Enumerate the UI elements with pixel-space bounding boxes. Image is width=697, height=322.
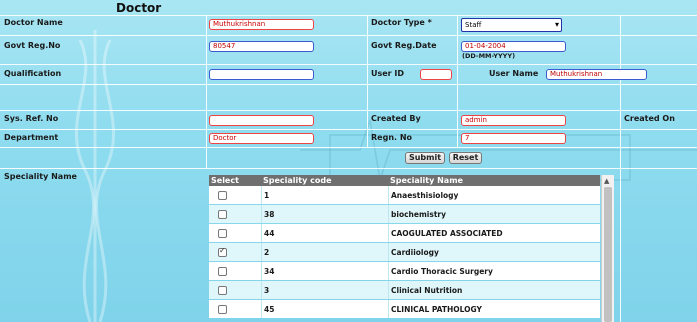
column-divider [620, 15, 621, 322]
column-separator [388, 186, 389, 204]
speciality-code-cell: 45 [264, 305, 275, 314]
row-divider [0, 84, 697, 85]
scrollbar-thumb[interactable] [604, 187, 612, 322]
row-divider [0, 168, 697, 169]
reset-button[interactable]: Reset [449, 152, 482, 164]
govt-reg-no-field[interactable]: 80547 [209, 41, 314, 52]
speciality-name-cell: Clinical Nutrition [391, 286, 463, 295]
column-separator [388, 281, 389, 299]
column-header-select: Select [211, 176, 239, 185]
row-divider [0, 15, 697, 16]
user-name-field[interactable]: Muthukrishnan [546, 69, 647, 80]
user-id-label: User ID [371, 69, 405, 78]
doctor-name-label: Doctor Name [4, 18, 63, 27]
column-divider [367, 15, 368, 148]
column-separator [388, 262, 389, 280]
select-checkbox[interactable] [218, 267, 227, 276]
speciality-name-cell: Cardiiology [391, 248, 439, 257]
speciality-code-cell: 2 [264, 248, 270, 257]
date-format-hint: (DD-MM-YYYY) [462, 52, 516, 60]
column-separator [261, 262, 262, 280]
row-divider [0, 64, 697, 65]
table-row[interactable]: 34 Cardio Thoracic Surgery [209, 262, 600, 280]
column-separator [261, 243, 262, 261]
doctor-type-select[interactable]: Staff ▾ [461, 18, 562, 32]
column-separator [261, 281, 262, 299]
sys-ref-no-field[interactable] [209, 115, 314, 126]
table-row[interactable]: 38 biochemistry [209, 205, 600, 223]
regn-no-field[interactable]: 7 [461, 133, 566, 144]
speciality-code-cell: 34 [264, 267, 275, 276]
qualification-field[interactable] [209, 69, 314, 80]
select-checkbox[interactable] [218, 191, 227, 200]
select-checkbox[interactable] [218, 246, 227, 257]
select-checkbox[interactable] [218, 229, 227, 238]
speciality-code-cell: 3 [264, 286, 270, 295]
submit-button[interactable]: Submit [405, 152, 445, 164]
row-divider [0, 147, 697, 148]
column-separator [261, 300, 262, 318]
table-row[interactable]: 44 CAOGULATED ASSOCIATED [209, 224, 600, 242]
column-separator [261, 186, 262, 204]
scroll-up-icon[interactable]: ▲ [604, 177, 609, 185]
regn-no-label: Regn. No [371, 133, 413, 142]
row-divider [0, 35, 697, 36]
department-label: Department [4, 133, 59, 142]
speciality-name-cell: Anaesthisiology [391, 191, 459, 200]
row-divider [0, 129, 697, 130]
column-divider [206, 15, 207, 168]
govt-reg-date-field[interactable]: 01-04-2004 [461, 41, 566, 52]
table-row[interactable]: 3 Clinical Nutrition [209, 281, 600, 299]
row-divider [0, 110, 697, 111]
table-row[interactable]: 1 Anaesthisiology [209, 186, 600, 204]
column-separator [388, 205, 389, 223]
speciality-name-cell: Cardio Thoracic Surgery [391, 267, 493, 276]
qualification-label: Qualification [4, 69, 62, 78]
govt-reg-no-label: Govt Reg.No [4, 41, 61, 50]
table-header: Select Speciality code Speciality Name [209, 175, 600, 186]
user-name-label: User Name [489, 69, 539, 78]
govt-reg-date-label: Govt Reg.Date [371, 41, 437, 50]
column-separator [388, 243, 389, 261]
page-title: Doctor [116, 1, 162, 15]
speciality-code-cell: 1 [264, 191, 270, 200]
speciality-name-cell: CAOGULATED ASSOCIATED [391, 229, 503, 238]
select-checkbox[interactable] [218, 305, 227, 314]
table-row[interactable]: 45 CLINICAL PATHOLOGY [209, 300, 600, 318]
speciality-name-label: Speciality Name [4, 172, 77, 181]
doctor-name-field[interactable]: Muthukrishnan [209, 19, 314, 30]
column-separator [261, 224, 262, 242]
table-row[interactable]: 2 Cardiiology [209, 243, 600, 261]
chevron-down-icon: ▾ [554, 20, 559, 29]
user-id-field[interactable] [420, 69, 452, 80]
speciality-name-cell: biochemistry [391, 210, 446, 219]
doctor-type-label: Doctor Type * [371, 18, 432, 27]
created-by-label: Created By [371, 114, 421, 123]
column-divider [457, 15, 458, 148]
doctor-type-value: Staff [465, 21, 482, 29]
speciality-code-cell: 44 [264, 229, 275, 238]
created-by-field[interactable]: admin [461, 115, 566, 126]
select-checkbox[interactable] [218, 286, 227, 295]
column-header-code: Speciality code [263, 176, 332, 185]
speciality-name-cell: CLINICAL PATHOLOGY [391, 305, 482, 314]
column-separator [261, 205, 262, 223]
sys-ref-no-label: Sys. Ref. No [4, 114, 59, 123]
table-scrollbar[interactable]: ▲ [601, 175, 614, 322]
department-field[interactable]: Doctor [209, 133, 314, 144]
select-checkbox[interactable] [218, 210, 227, 219]
column-header-name: Speciality Name [390, 176, 463, 185]
created-on-label: Created On [624, 114, 675, 123]
column-separator [388, 300, 389, 318]
column-separator [388, 224, 389, 242]
speciality-code-cell: 38 [264, 210, 275, 219]
